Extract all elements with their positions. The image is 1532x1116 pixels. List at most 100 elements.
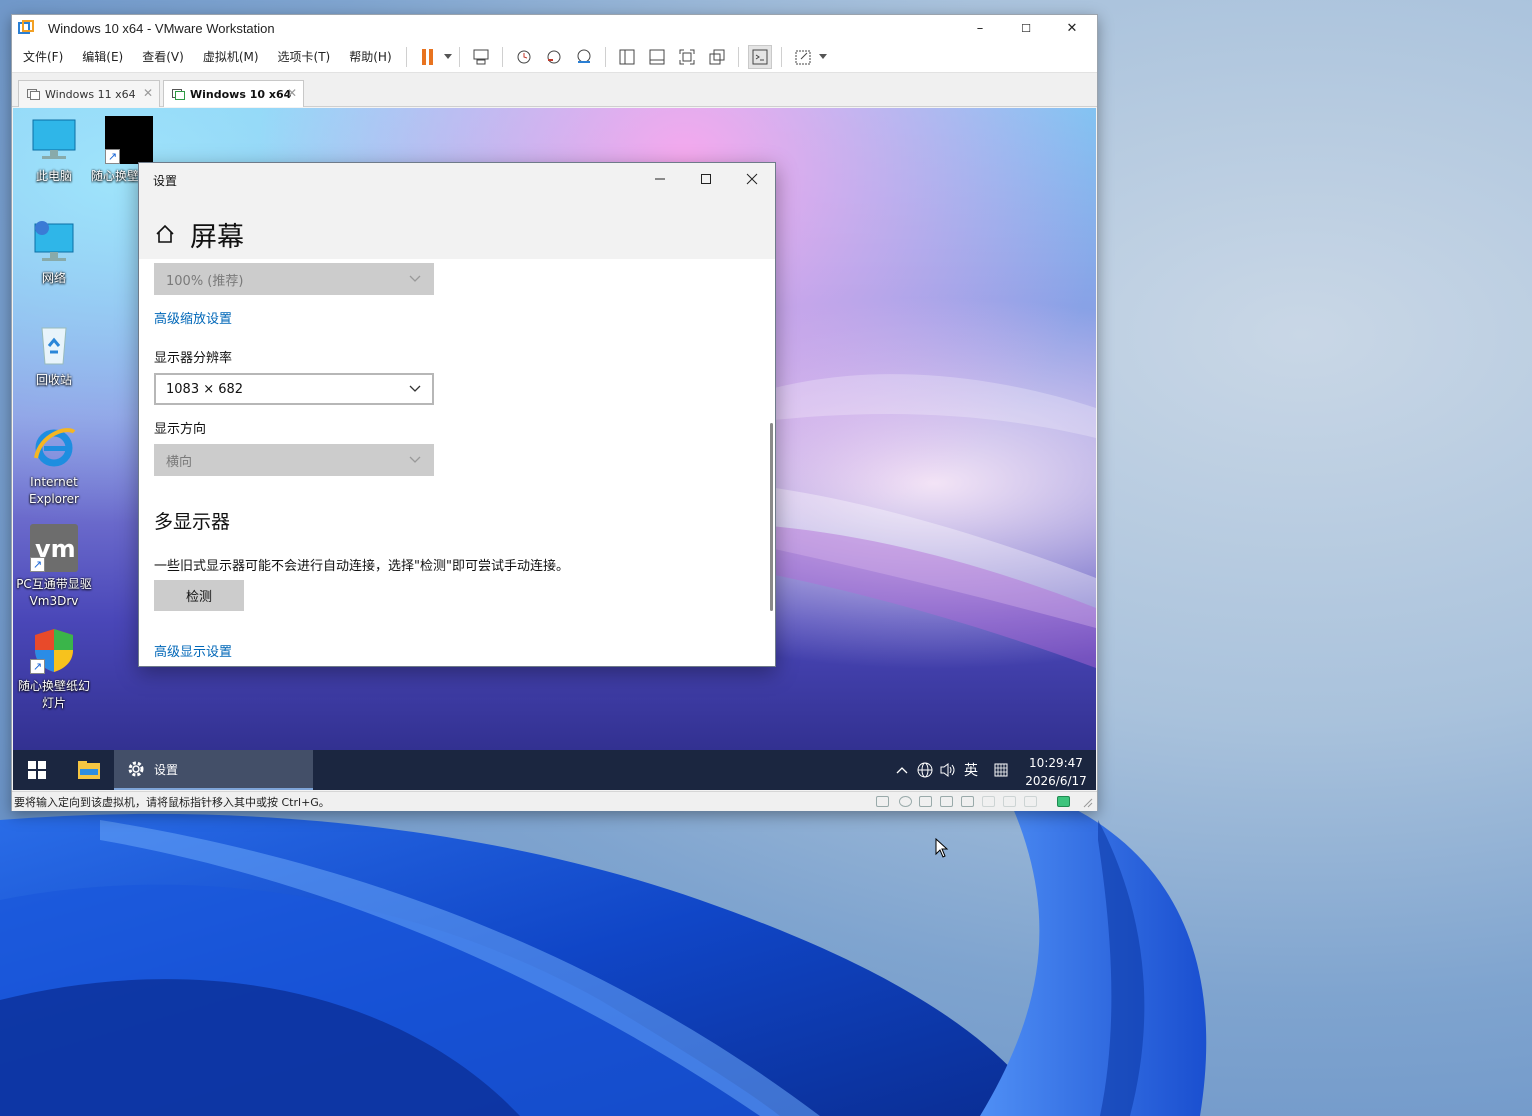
chevron-down-icon xyxy=(409,456,421,463)
network-icon xyxy=(30,218,78,266)
snapshot-icon[interactable] xyxy=(512,45,536,69)
scrollbar[interactable] xyxy=(770,423,773,611)
gear-icon xyxy=(128,761,144,777)
usb-icon[interactable] xyxy=(1003,796,1016,807)
menu-tabs[interactable]: 选项卡(T) xyxy=(270,48,339,65)
guest-screen[interactable]: 此电脑 ↗ 随心换壁纸幻灯片 网络 回收站 Internet Explorer xyxy=(13,108,1096,790)
orientation-dropdown-value: 横向 xyxy=(166,454,193,470)
menu-view[interactable]: 查看(V) xyxy=(134,48,192,65)
messages-icon[interactable] xyxy=(1057,796,1070,807)
cd-dvd-icon[interactable] xyxy=(899,796,912,807)
desktop-icon-internet-explorer[interactable]: Internet Explorer xyxy=(16,422,92,508)
resize-grip-icon[interactable] xyxy=(1083,798,1093,811)
vmware-titlebar[interactable]: Windows 10 x64 - VMware Workstation – ☐ … xyxy=(12,15,1097,41)
unity-icon[interactable] xyxy=(705,45,729,69)
menu-edit[interactable]: 编辑(E) xyxy=(74,48,131,65)
vm-tab-icon xyxy=(27,88,40,100)
vmware-window: Windows 10 x64 - VMware Workstation – ☐ … xyxy=(11,14,1098,811)
thumbnail-bar-icon[interactable] xyxy=(645,45,669,69)
scale-dropdown: 100% (推荐) xyxy=(154,263,434,295)
toolbar-separator xyxy=(458,46,460,67)
ime-mode-icon[interactable] xyxy=(989,750,1013,790)
network-adapter-icon[interactable] xyxy=(919,796,932,807)
guest-taskbar: 设置 英 10:29:47 2026/6/17 xyxy=(13,750,1096,790)
console-view-icon[interactable] xyxy=(747,44,772,69)
detect-button[interactable]: 检测 xyxy=(154,580,244,611)
taskbar-settings-button[interactable]: 设置 xyxy=(114,750,313,790)
desktop-icon-label: PC互通带显驱Vm3Drv xyxy=(16,577,92,608)
tab-label: Windows 10 x64 xyxy=(190,87,292,101)
page-title: 屏幕 xyxy=(190,222,244,253)
multiple-displays-heading: 多显示器 xyxy=(154,511,231,533)
send-ctrl-alt-del-icon[interactable] xyxy=(469,45,493,69)
show-library-icon[interactable] xyxy=(615,45,639,69)
tab-close-icon[interactable]: ✕ xyxy=(143,86,153,100)
settings-close-button[interactable] xyxy=(729,163,775,195)
chevron-down-icon xyxy=(409,385,421,392)
settings-minimize-button[interactable] xyxy=(637,163,683,195)
resolution-label: 显示器分辨率 xyxy=(154,351,233,366)
chevron-up-icon[interactable] xyxy=(891,750,913,790)
tab-label: Windows 11 x64 xyxy=(45,87,136,101)
ime-indicator[interactable]: 英 xyxy=(960,750,982,790)
file-explorer-button[interactable] xyxy=(65,750,113,790)
folder-icon xyxy=(78,761,100,779)
desktop-icon-label: 回收站 xyxy=(35,373,72,387)
status-text: 要将输入定向到该虚拟机，请将鼠标指针移入其中或按 Ctrl+G。 xyxy=(14,795,330,809)
close-button[interactable]: ✕ xyxy=(1049,15,1095,41)
usb-icon[interactable] xyxy=(1024,796,1037,807)
stretch-guest-icon[interactable] xyxy=(791,45,815,69)
settings-maximize-button[interactable] xyxy=(683,163,729,195)
shortcut-arrow-icon: ↗ xyxy=(30,659,45,674)
maximize-button[interactable]: ☐ xyxy=(1003,15,1049,41)
pause-icon[interactable] xyxy=(416,45,440,69)
orientation-dropdown: 横向 xyxy=(154,444,434,476)
desktop-icon-network[interactable]: 网络 xyxy=(16,218,92,287)
menu-file[interactable]: 文件(F) xyxy=(15,48,71,65)
shortcut-arrow-icon: ↗ xyxy=(105,149,120,164)
stretch-dropdown-icon[interactable] xyxy=(818,45,828,69)
settings-window: 设置 屏幕 100% (推荐) 高级缩放设置 显示器分辨率 1083 × 682… xyxy=(138,162,776,667)
advanced-display-link[interactable]: 高级显示设置 xyxy=(154,641,232,660)
settings-titlebar[interactable]: 设置 xyxy=(139,163,775,195)
ie-icon xyxy=(30,422,78,470)
tab-windows-11[interactable]: Windows 11 x64 ✕ xyxy=(18,80,160,107)
toolbar-separator xyxy=(604,46,606,67)
tab-windows-10[interactable]: Windows 10 x64 ✕ xyxy=(163,80,304,107)
advanced-scaling-link[interactable]: 高级缩放设置 xyxy=(154,308,232,327)
home-icon[interactable] xyxy=(154,223,176,245)
speaker-icon[interactable] xyxy=(937,750,959,790)
revert-snapshot-icon[interactable] xyxy=(542,45,566,69)
usb-icon[interactable] xyxy=(982,796,995,807)
this-pc-icon xyxy=(30,116,78,164)
desktop-icon-label: 网络 xyxy=(41,271,66,285)
taskbar-app-label: 设置 xyxy=(154,762,179,777)
hard-disk-icon[interactable] xyxy=(876,796,889,807)
printer-icon[interactable] xyxy=(940,796,953,807)
desktop-icon-vm3drv[interactable]: vm ↗ PC互通带显驱Vm3Drv xyxy=(16,524,92,610)
tab-close-icon[interactable]: ✕ xyxy=(287,86,297,100)
desktop-icon-label: 此电脑 xyxy=(35,169,72,183)
full-screen-icon[interactable] xyxy=(675,45,699,69)
resolution-dropdown[interactable]: 1083 × 682 xyxy=(154,373,434,405)
black-shortcut-icon: ↗ xyxy=(105,116,153,164)
start-button[interactable] xyxy=(13,750,61,790)
network-globe-icon[interactable] xyxy=(914,750,936,790)
multiple-displays-description: 一些旧式显示器可能不会进行自动连接，选择"检测"即可尝试手动连接。 xyxy=(154,559,569,574)
menu-help[interactable]: 帮助(H) xyxy=(341,48,399,65)
desktop-icon-recycle-bin[interactable]: 回收站 xyxy=(16,320,92,389)
minimize-button[interactable]: – xyxy=(957,15,1003,41)
desktop-icon-wallpaper-slideshow-2[interactable]: ↗ 随心换壁纸幻灯片 xyxy=(16,626,92,712)
menu-vm[interactable]: 虚拟机(M) xyxy=(195,48,267,65)
clock-time: 10:29:47 xyxy=(1029,756,1083,770)
vm-tab-icon xyxy=(172,88,185,100)
desktop-icon-this-pc[interactable]: 此电脑 xyxy=(16,116,92,185)
shortcut-arrow-icon: ↗ xyxy=(30,557,45,572)
pause-dropdown-icon[interactable] xyxy=(443,45,453,69)
sound-card-icon[interactable] xyxy=(961,796,974,807)
settings-content: 100% (推荐) 高级缩放设置 显示器分辨率 1083 × 682 显示方向 … xyxy=(139,259,775,666)
taskbar-clock[interactable]: 10:29:47 2026/6/17 xyxy=(1019,754,1093,790)
window-title: Windows 10 x64 - VMware Workstation xyxy=(48,20,275,36)
snapshot-manager-icon[interactable] xyxy=(572,45,596,69)
scale-dropdown-value: 100% (推荐) xyxy=(166,273,244,289)
